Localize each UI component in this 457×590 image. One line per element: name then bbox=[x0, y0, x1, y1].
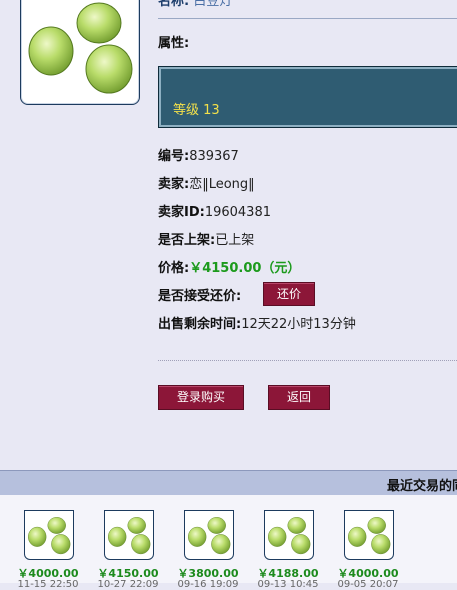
seller-id-row: 卖家ID:19604381 bbox=[158, 201, 271, 220]
seller-row: 卖家:恋‖Leong‖ bbox=[158, 173, 255, 192]
remaining-label: 出售剩余时间: bbox=[158, 317, 242, 332]
seller-id-value: 19604381 bbox=[204, 205, 271, 220]
recent-item-date: 10-27 22:09 bbox=[97, 579, 159, 590]
divider bbox=[158, 18, 457, 19]
remaining-row: 出售剩余时间:12天22小时13分钟 bbox=[158, 313, 356, 332]
green-bean-cluster-icon bbox=[28, 517, 71, 555]
recent-item-thumb[interactable] bbox=[184, 510, 234, 560]
green-bean-cluster-icon bbox=[268, 517, 311, 555]
remaining-value: 12天22小时13分钟 bbox=[241, 317, 356, 332]
id-row: 编号:839367 bbox=[158, 145, 239, 164]
recent-item-thumb[interactable] bbox=[104, 510, 154, 560]
attr-level: 等级 13 bbox=[173, 103, 220, 118]
recent-item-date: 09-13 10:45 bbox=[257, 579, 319, 590]
price-value: ￥4150.00（元） bbox=[189, 261, 301, 276]
id-label: 编号: bbox=[158, 149, 190, 164]
price-row: 价格:￥4150.00（元） bbox=[158, 257, 300, 276]
seller-label: 卖家: bbox=[158, 177, 190, 192]
price-label: 价格: bbox=[158, 261, 190, 276]
green-bean-cluster-icon bbox=[108, 517, 151, 555]
recent-item-thumb[interactable] bbox=[24, 510, 74, 560]
listed-label: 是否上架: bbox=[158, 233, 216, 248]
back-button[interactable]: 返回 bbox=[268, 385, 330, 410]
item-name-row: 名称: 白豆灯 bbox=[158, 0, 457, 8]
recent-item-thumb[interactable] bbox=[264, 510, 314, 560]
green-bean-cluster-icon bbox=[348, 517, 391, 555]
listed-value: 已上架 bbox=[215, 233, 255, 248]
divider-dotted bbox=[158, 360, 457, 361]
green-bean-cluster-icon bbox=[188, 517, 231, 555]
item-name-label: 名称: bbox=[158, 0, 190, 8]
login-buy-button[interactable]: 登录购买 bbox=[158, 385, 244, 410]
item-name-value: 白豆灯 bbox=[193, 0, 233, 8]
counter-offer-button[interactable]: 还价 bbox=[263, 282, 315, 306]
recent-trades-title: 最近交易的同 bbox=[386, 479, 457, 494]
listed-row: 是否上架:已上架 bbox=[158, 229, 254, 248]
green-bean-cluster-icon bbox=[28, 2, 133, 94]
recent-item-date: 09-16 19:09 bbox=[177, 579, 239, 590]
attr-box: 等级 13 bbox=[158, 66, 457, 128]
bargain-row: 是否接受还价: bbox=[158, 285, 241, 304]
seller-id-label: 卖家ID: bbox=[158, 205, 205, 220]
recent-trades-header: 最近交易的同 bbox=[0, 470, 457, 495]
recent-item-date: 11-15 22:50 bbox=[17, 579, 79, 590]
item-image bbox=[20, 0, 140, 105]
recent-item-date: 09-05 20:07 bbox=[337, 579, 399, 590]
id-value: 839367 bbox=[189, 149, 239, 164]
attr-label: 属性: bbox=[158, 36, 190, 51]
seller-value: 恋‖Leong‖ bbox=[189, 177, 255, 192]
bargain-label: 是否接受还价: bbox=[158, 289, 242, 304]
recent-item-thumb[interactable] bbox=[344, 510, 394, 560]
